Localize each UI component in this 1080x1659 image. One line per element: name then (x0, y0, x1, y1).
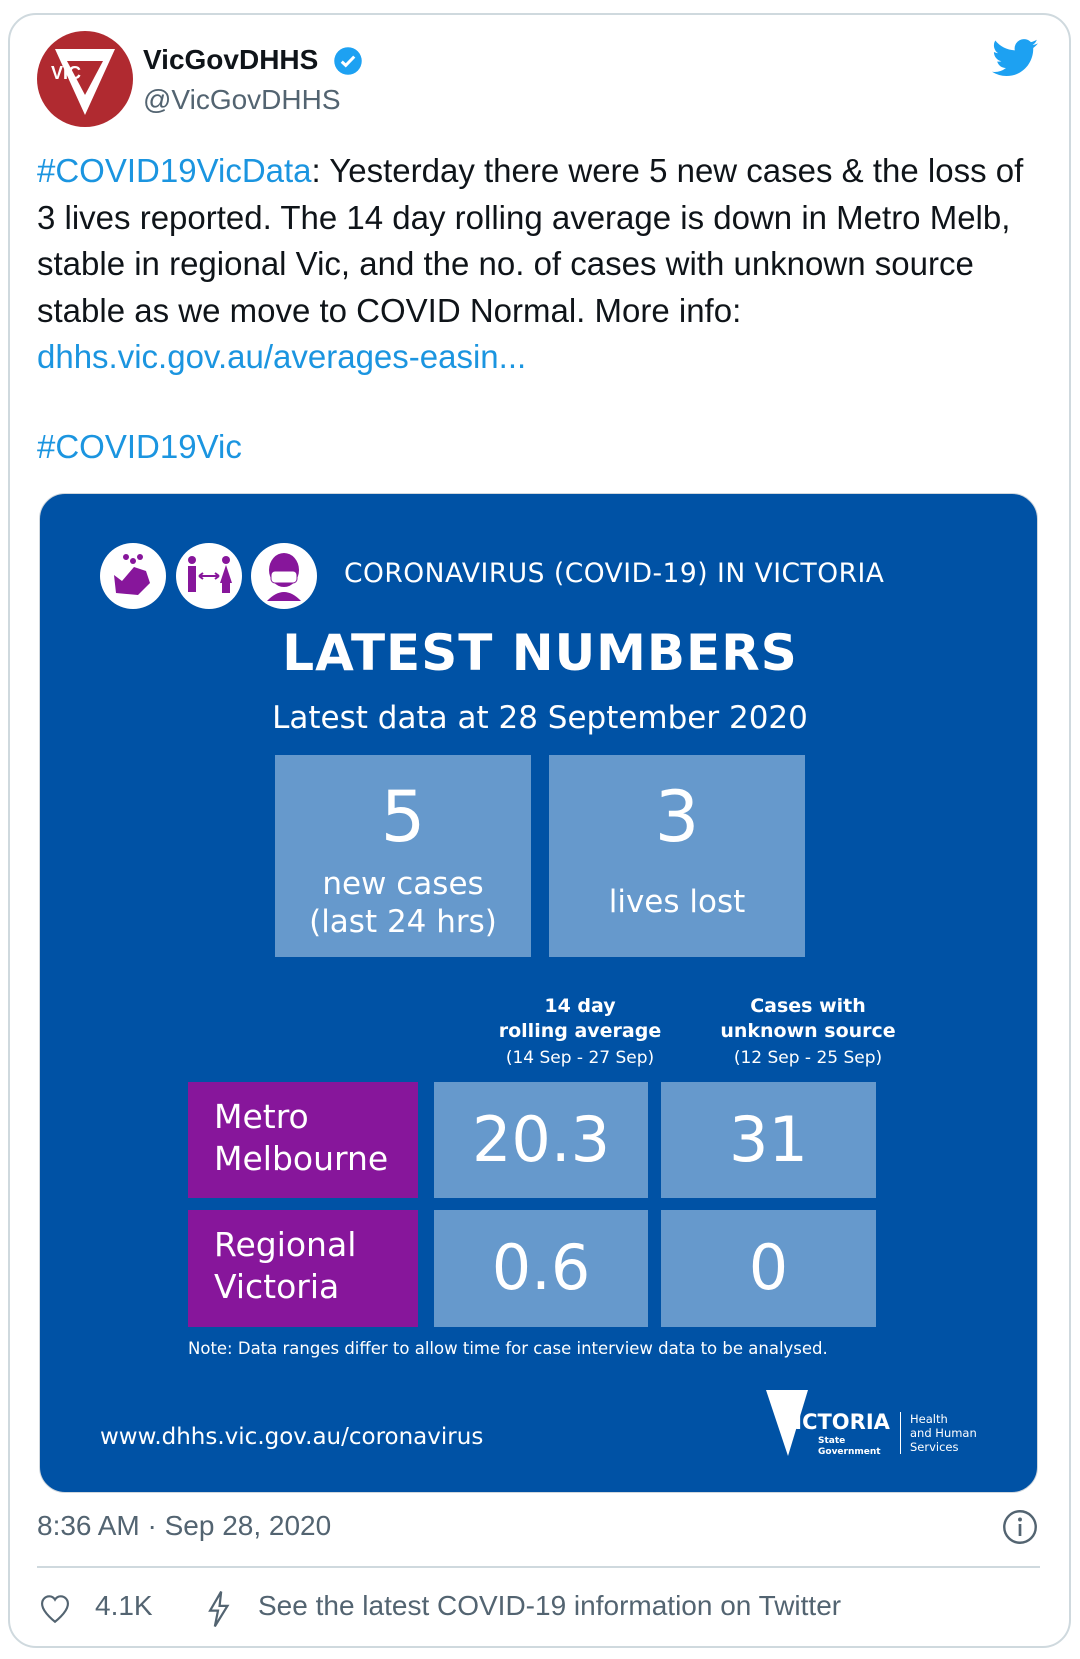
tweet-text: #COVID19VicData: Yesterday there were 5 … (37, 148, 1047, 381)
verified-badge-icon (334, 47, 362, 75)
infographic-title: LATEST NUMBERS (282, 624, 798, 682)
row-label-line: Regional (214, 1225, 357, 1264)
coronavirus-url: www.dhhs.vic.gov.au/coronavirus (100, 1424, 484, 1450)
col-header-range: (14 Sep - 27 Sep) (505, 1048, 655, 1068)
face-mask-icon (251, 543, 317, 609)
regional-unknown-source: 0 (661, 1210, 876, 1327)
infographic-subtitle: Latest data at 28 September 2020 (272, 700, 808, 736)
col-header-line: 14 day (544, 995, 616, 1017)
divider (37, 1566, 1040, 1568)
logo-dept-line: and Human (910, 1426, 977, 1440)
regional-rolling-average: 0.6 (434, 1210, 648, 1327)
url-link[interactable]: dhhs.vic.gov.au/averages-easin... (37, 338, 526, 375)
col-header-rolling-average: 14 day rolling average (14 Sep - 27 Sep) (460, 994, 700, 1071)
twitter-bird-icon[interactable] (992, 38, 1038, 78)
info-icon[interactable] (1002, 1509, 1038, 1545)
lives-lost-box: 3 lives lost (549, 755, 805, 957)
new-cases-value: 5 (380, 776, 426, 858)
col-header-unknown-source: Cases with unknown source (12 Sep - 25 S… (688, 994, 928, 1071)
col-header-range: (12 Sep - 25 Sep) (733, 1048, 883, 1068)
col-header-line: Cases with (750, 995, 866, 1017)
victoria-government-logo: VICTORIA State Government Health and Human… (766, 1390, 996, 1460)
new-cases-period: (last 24 hrs) (309, 904, 497, 940)
row-label-line: Melbourne (214, 1139, 389, 1178)
col-header-line: unknown source (720, 1020, 896, 1042)
social-distancing-icon (176, 543, 242, 609)
logo-sub: State Government (818, 1436, 881, 1458)
logo-sub-line: State (818, 1436, 846, 1446)
row-label-line: Victoria (214, 1267, 340, 1306)
logo-word: VICTORIA (778, 1410, 890, 1434)
row-label-line: Metro (214, 1097, 309, 1136)
svg-text:VIC: VIC (51, 63, 81, 83)
metro-rolling-average: 20.3 (434, 1082, 648, 1198)
data-note: Note: Data ranges differ to allow time f… (188, 1339, 828, 1358)
tweet-timestamp[interactable]: 8:36 AM · Sep 28, 2020 (37, 1510, 331, 1542)
lightning-icon (208, 1591, 230, 1627)
logo-dept-line: Health (910, 1412, 948, 1426)
new-cases-label: new cases (322, 866, 484, 902)
like-count[interactable]: 4.1K (95, 1590, 153, 1622)
logo-sub-line: Government (818, 1447, 881, 1457)
covid-info-link[interactable]: See the latest COVID-19 information on T… (258, 1590, 841, 1622)
new-cases-box: 5 new cases (last 24 hrs) (275, 755, 531, 957)
infographic-image[interactable]: CORONAVIRUS (COVID-19) IN VICTORIA LATES… (39, 493, 1038, 1493)
row-label-metro: Metro Melbourne (188, 1082, 418, 1198)
handwash-icon (100, 543, 166, 609)
col-header-line: rolling average (498, 1020, 662, 1042)
hashtag-link[interactable]: #COVID19Vic (37, 428, 242, 466)
lives-lost-value: 3 (654, 776, 700, 858)
vic-logo-icon: VIC (51, 49, 115, 115)
lives-lost-label: lives lost (608, 884, 746, 920)
avatar[interactable]: VIC (37, 31, 133, 127)
logo-dept-line: Services (910, 1440, 959, 1454)
metro-unknown-source: 31 (661, 1082, 876, 1198)
heart-icon[interactable] (38, 1592, 72, 1626)
row-label-regional: Regional Victoria (188, 1210, 418, 1327)
author-handle[interactable]: @VicGovDHHS (143, 84, 341, 116)
logo-divider (900, 1412, 901, 1454)
logo-dept: Health and Human Services (910, 1412, 977, 1454)
author-name[interactable]: VicGovDHHS (143, 44, 318, 76)
infographic-header: CORONAVIRUS (COVID-19) IN VICTORIA (344, 558, 885, 589)
hashtag-link[interactable]: #COVID19VicData (37, 152, 312, 189)
